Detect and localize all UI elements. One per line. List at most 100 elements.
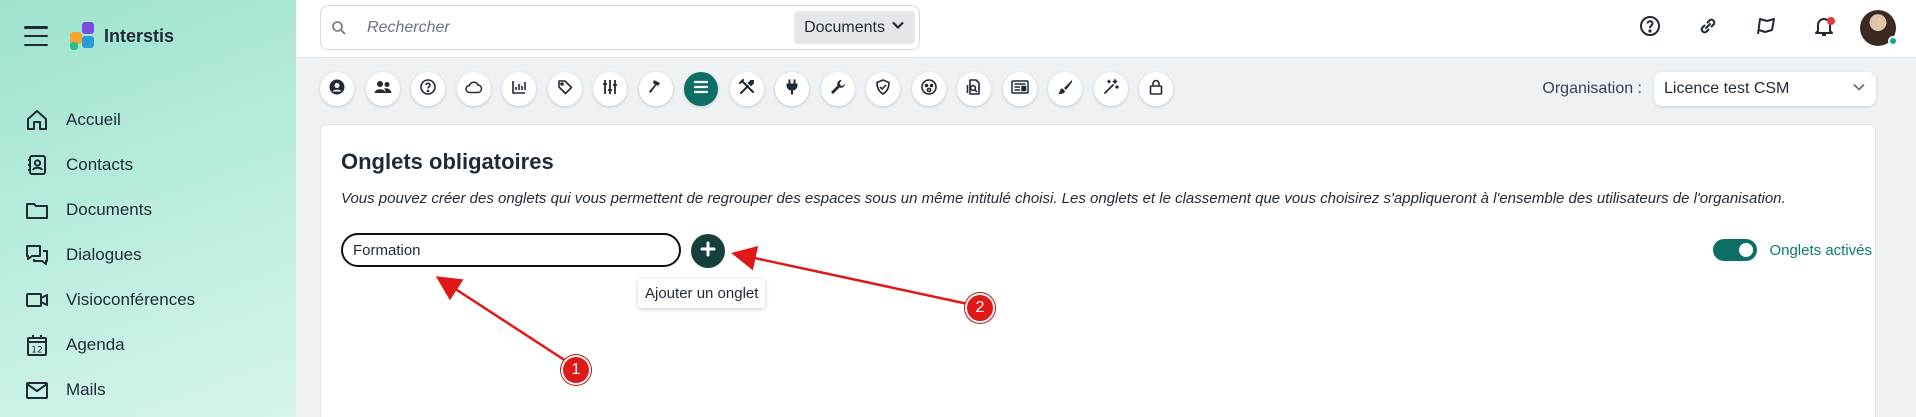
avatar[interactable] — [1860, 10, 1898, 46]
tool-plug[interactable] — [775, 72, 809, 106]
topbar: Documents — [296, 0, 1916, 58]
list-icon — [693, 80, 709, 99]
flag-icon — [1755, 15, 1777, 42]
tool-list-active[interactable] — [684, 72, 718, 106]
tag-icon — [557, 79, 573, 100]
flag-button[interactable] — [1746, 8, 1786, 48]
nav-label: Agenda — [66, 334, 125, 354]
nav-item-contacts[interactable]: Contacts — [24, 142, 195, 187]
organisation-selector: Organisation : Licence test CSM — [1542, 72, 1876, 106]
document-search-icon — [966, 78, 982, 100]
notification-badge — [1827, 17, 1835, 25]
nav-label: Documents — [66, 199, 152, 219]
plug-icon — [785, 79, 799, 100]
tool-face[interactable] — [911, 72, 946, 106]
help-icon — [420, 78, 436, 100]
nav-item-agenda[interactable]: 12 Agenda — [24, 322, 195, 367]
tool-user[interactable] — [320, 72, 354, 106]
nav-item-accueil[interactable]: Accueil — [24, 97, 195, 142]
tool-wrench[interactable] — [820, 72, 855, 106]
app-name: Interstis — [104, 25, 175, 46]
page-title: Onglets obligatoires — [341, 149, 554, 174]
tool-users[interactable] — [365, 72, 400, 106]
user-icon — [329, 79, 345, 100]
tool-help[interactable] — [411, 72, 445, 106]
folder-icon — [24, 197, 50, 223]
top-actions — [1612, 8, 1898, 48]
tool-sliders[interactable] — [593, 72, 627, 106]
help-icon — [1639, 15, 1661, 42]
calendar-icon: 12 — [24, 332, 50, 358]
nav-label: Mails — [66, 379, 106, 399]
users-icon — [374, 79, 392, 100]
video-icon — [24, 287, 50, 313]
sidebar: Interstis Accueil Contacts Documents Dia… — [0, 0, 296, 417]
search-scope-select[interactable]: Documents — [794, 11, 915, 44]
plus-icon — [700, 241, 716, 262]
help-button[interactable] — [1630, 8, 1670, 48]
chevron-down-icon — [1852, 80, 1866, 99]
tool-shield[interactable] — [866, 72, 900, 106]
settings-toolbar — [320, 72, 1185, 106]
brand: Interstis — [24, 20, 174, 52]
main-nav: Accueil Contacts Documents Dialogues Vis… — [24, 97, 195, 412]
add-tab-tooltip: Ajouter un onglet — [638, 279, 766, 308]
lock-icon — [1149, 79, 1163, 100]
card-description: Vous pouvez créer des onglets qui vous p… — [341, 190, 1786, 207]
sliders-icon — [602, 79, 618, 100]
shield-check-icon — [875, 78, 891, 100]
nav-label: Accueil — [66, 109, 121, 129]
tool-tools[interactable] — [729, 72, 764, 106]
tool-brush[interactable] — [1048, 72, 1082, 106]
id-card-icon — [1010, 79, 1029, 99]
interstis-logo-icon — [68, 22, 96, 50]
nav-item-mails[interactable]: Mails — [24, 367, 195, 412]
face-icon — [920, 78, 937, 100]
link-icon — [1697, 15, 1719, 42]
toggle-label: Onglets activés — [1769, 241, 1872, 259]
tool-magic-wand[interactable] — [1093, 72, 1128, 106]
hammer-icon — [648, 79, 664, 100]
tab-name-input[interactable] — [341, 233, 681, 267]
contacts-icon — [24, 152, 50, 178]
organisation-value: Licence test CSM — [1664, 80, 1790, 97]
nav-label: Visioconférences — [66, 289, 196, 309]
mandatory-tabs-card: Onglets obligatoires Vous pouvez créer d… — [320, 124, 1876, 417]
brush-icon — [1057, 79, 1073, 100]
nav-item-documents[interactable]: Documents — [24, 187, 195, 232]
tabs-enabled-toggle[interactable] — [1713, 239, 1758, 261]
home-icon — [24, 107, 50, 133]
chevron-down-icon — [891, 18, 905, 37]
search-input[interactable] — [367, 16, 757, 40]
search-icon — [331, 20, 347, 41]
cloud-icon — [464, 80, 483, 99]
link-button[interactable] — [1688, 8, 1728, 48]
calendar-day: 12 — [31, 345, 42, 355]
tools-icon — [738, 78, 755, 100]
search-bar: Documents — [320, 5, 920, 50]
organisation-select[interactable]: Licence test CSM — [1654, 72, 1876, 106]
tabs-toggle-group: Onglets activés — [1713, 239, 1872, 261]
tool-cloud[interactable] — [456, 72, 491, 106]
tool-hammer[interactable] — [638, 72, 673, 106]
mail-icon — [24, 377, 50, 403]
tool-document-search[interactable] — [957, 72, 991, 106]
search-scope-label: Documents — [804, 18, 885, 36]
menu-icon[interactable] — [24, 26, 48, 46]
organisation-label: Organisation : — [1542, 80, 1642, 97]
nav-item-visioconferences[interactable]: Visioconférences — [24, 277, 195, 322]
nav-item-dialogues[interactable]: Dialogues — [24, 232, 195, 277]
tool-id-card[interactable] — [1002, 72, 1037, 106]
tool-tag[interactable] — [547, 72, 582, 106]
tool-chart[interactable] — [502, 72, 536, 106]
nav-label: Dialogues — [66, 244, 142, 264]
status-indicator — [1888, 36, 1898, 46]
wrench-icon — [830, 79, 846, 100]
magic-wand-icon — [1103, 78, 1119, 100]
nav-label: Contacts — [66, 154, 134, 174]
add-tab-button[interactable] — [691, 234, 725, 268]
notifications-button[interactable] — [1804, 8, 1844, 48]
tool-lock[interactable] — [1139, 72, 1173, 106]
chat-icon — [24, 242, 50, 268]
chart-icon — [511, 79, 527, 100]
